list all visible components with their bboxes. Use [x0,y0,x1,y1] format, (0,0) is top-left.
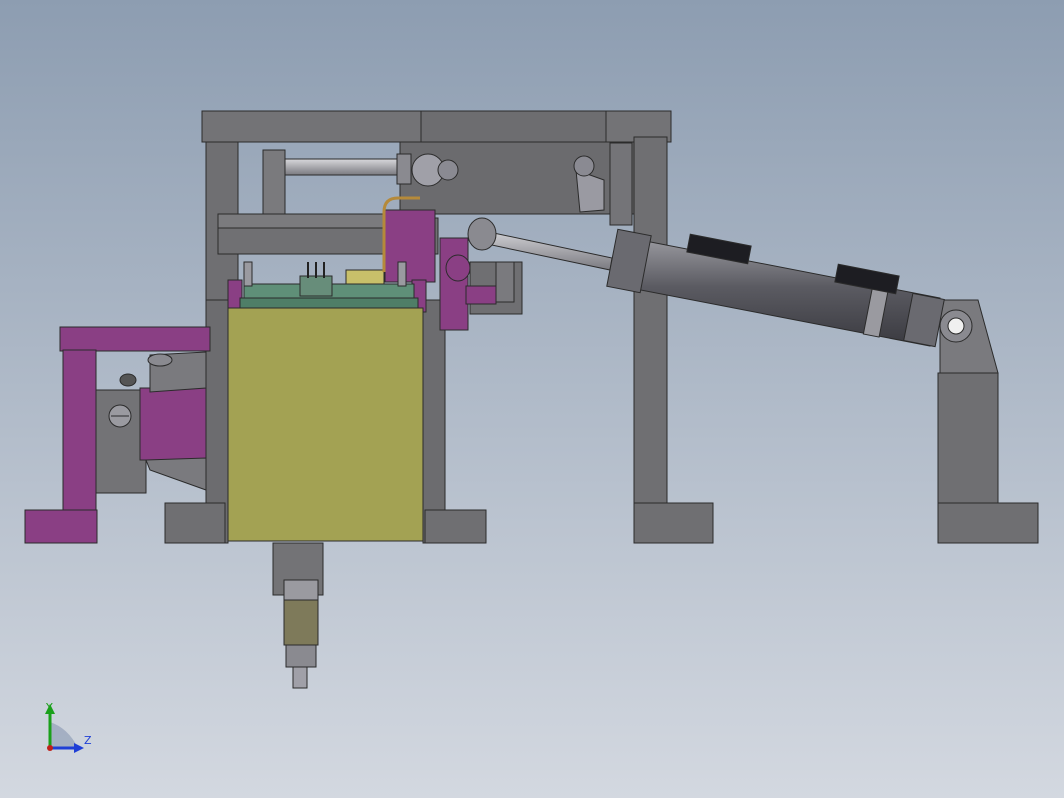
purple-mount-arm [465,285,497,305]
probe-nut-bottom [285,644,317,668]
guide-rod-collar [396,153,412,185]
frame-inner-bracket [609,142,633,226]
frame-right-post [633,136,668,544]
purple-mount-upper [384,209,436,283]
clamp-small-pin [119,373,137,387]
frame-center-column-right [422,299,446,544]
probe-tip [292,666,308,689]
clamp-purple-body [139,387,207,461]
pcb-header-block [299,275,333,297]
frame-mid-block [262,149,286,223]
clamp-small-pin-2 [147,353,173,367]
right-support-foot [937,502,1039,544]
triad-y-label: Y [45,701,53,714]
frame-right-foot [633,502,714,544]
frame-base-right [424,509,487,544]
clamp-foot [24,509,98,544]
olive-main-body [227,307,424,542]
clamp-top-arm [59,326,211,352]
frame-crossbar-upper [217,213,389,229]
purple-mount-knob [445,254,471,282]
cad-viewport[interactable]: Y Z [0,0,1064,798]
triad-z-label: Z [84,734,92,747]
cad-model-view[interactable]: Y Z [0,0,1064,798]
frame-side-block-plate [495,261,515,303]
cylinder-clevis-pin [947,317,965,335]
frame-base-left [164,502,226,544]
probe-body [283,599,319,646]
pcb-board-lower [239,297,419,309]
cylinder-rod-end [467,217,497,251]
pcb-yellow-connector [345,269,385,285]
frame-top-beam-plate [420,110,607,143]
probe-nut-top [283,579,319,601]
guide-rod-shaft [284,158,401,176]
purple-mount-side [439,237,469,331]
guide-rod-fitting-right-nut [573,155,595,177]
pcb-clip-right [397,261,407,287]
pcb-clip-left [243,261,253,287]
triad-origin-icon [47,745,53,751]
guide-rod-fitting-nut [437,159,459,181]
